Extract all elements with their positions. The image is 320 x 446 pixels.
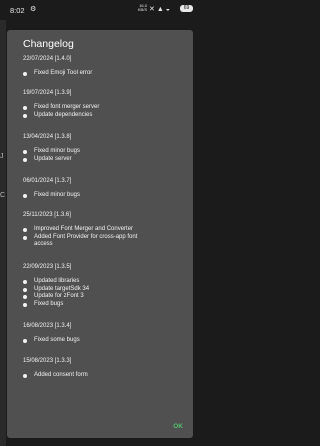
bullet-icon <box>23 106 27 110</box>
wifi-icon: ◒ <box>165 6 170 13</box>
entry-item: Updated libraries <box>23 278 183 286</box>
entry-title: 19/07/2024 [1.3.9] <box>23 90 72 96</box>
bullet-icon <box>23 72 27 76</box>
background-text: C <box>0 192 6 199</box>
entry-item: Update server <box>23 156 183 164</box>
bullet-icon <box>23 235 27 240</box>
entry-item: Fixed minor bugs <box>23 192 183 200</box>
entry-title: 22/09/2023 [1.3.5] <box>23 264 72 270</box>
bullet-icon <box>23 157 27 162</box>
entry-item: Added Font Provider for cross-app font ac… <box>23 234 183 249</box>
ok-button[interactable]: OK <box>173 423 183 430</box>
bullet-icon <box>23 228 27 232</box>
changelog-entry: 19/07/2024 [1.3.9] Fixed font merger ser… <box>23 89 183 119</box>
entry-item: Fixed bugs <box>23 301 183 309</box>
entry-item: Update dependencies <box>23 112 183 120</box>
bullet-icon <box>23 287 27 292</box>
network-speed-unit: KB/S <box>137 7 147 12</box>
changelog-entry: 25/11/2023 [1.3.6] Improved Font Merger … <box>23 211 183 249</box>
background-text: J <box>0 153 4 160</box>
entry-item: Fixed Emoji Tool error <box>23 70 183 78</box>
bullet-icon <box>23 302 27 307</box>
bullet-icon <box>23 194 27 198</box>
signal-icon: ▲ <box>156 6 164 13</box>
entry-title: 16/08/2023 [1.3.4] <box>23 323 72 329</box>
changelog-dialog: Changelog 22/07/2024 [1.4.0] Fixed Emoji… <box>7 30 193 438</box>
dialog-title: Changelog <box>23 38 74 50</box>
bullet-icon <box>23 339 27 343</box>
changelog-entry: 15/08/2023 [1.3.3] Added consent form <box>23 357 183 380</box>
entry-title: 13/04/2024 [1.3.8] <box>23 134 72 140</box>
entry-title: 22/07/2024 [1.4.0] <box>23 56 72 62</box>
entry-title: 25/11/2023 [1.3.6] <box>23 212 71 218</box>
changelog-entry: 16/08/2023 [1.3.4] Fixed some bugs <box>23 322 183 345</box>
entry-item: Fixed font merger server <box>23 104 183 112</box>
entry-item: Update targetSdk 34 <box>23 286 183 294</box>
mute-icon: ✕ <box>149 6 155 13</box>
changelog-entry: 06/01/2024 [1.3.7] Fixed minor bugs <box>23 177 183 200</box>
status-icons: ✕ ▲ ◒ <box>149 5 170 13</box>
entry-item: Improved Font Merger and Converter <box>23 226 183 234</box>
bullet-icon <box>23 295 27 299</box>
entry-title: 15/08/2023 [1.3.3] <box>23 358 72 364</box>
changelog-entry: 13/04/2024 [1.3.8] Fixed minor bugs Upda… <box>23 133 183 163</box>
battery-icon: 69 <box>180 5 193 12</box>
changelog-list[interactable]: 22/07/2024 [1.4.0] Fixed Emoji Tool erro… <box>7 52 193 410</box>
bullet-icon <box>23 280 27 284</box>
changelog-entry: 22/09/2023 [1.3.5] Updated libraries Upd… <box>23 263 183 308</box>
bullet-icon <box>23 113 27 118</box>
entry-item: Added consent form <box>23 372 183 380</box>
bullet-icon <box>23 150 27 154</box>
network-speed: 16.0 KB/S <box>133 4 147 12</box>
entry-item: Fixed some bugs <box>23 337 183 345</box>
entry-item: Update for zFont 3 <box>23 293 183 301</box>
entry-item: Fixed minor bugs <box>23 148 183 156</box>
changelog-entry: 22/07/2024 [1.4.0] Fixed Emoji Tool erro… <box>23 55 183 78</box>
status-time: 8:02 <box>10 6 25 15</box>
bullet-icon <box>23 374 27 378</box>
settings-notification-icon: ⚙ <box>30 6 37 13</box>
entry-title: 06/01/2024 [1.3.7] <box>23 178 72 184</box>
status-bar: 8:02 ⚙ 16.0 KB/S ✕ ▲ ◒ 69 <box>0 0 200 20</box>
background-app: J C <box>0 20 6 446</box>
